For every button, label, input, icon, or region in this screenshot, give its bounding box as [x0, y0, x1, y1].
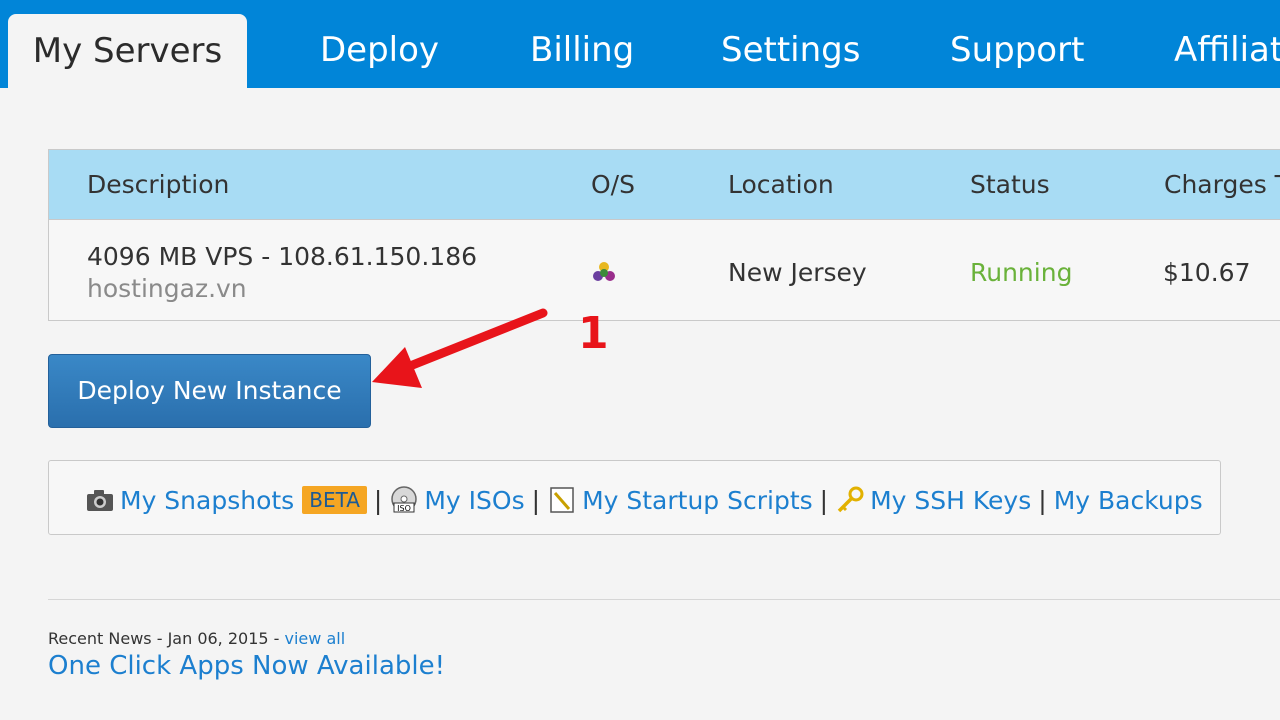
news-date: Recent News - Jan 06, 2015 -	[48, 629, 280, 648]
my-ssh-keys-link[interactable]: My SSH Keys	[870, 486, 1031, 515]
separator: |	[819, 485, 829, 515]
separator: |	[373, 485, 383, 515]
divider	[48, 599, 1280, 600]
top-navigation: My Servers Deploy Billing Settings Suppo…	[0, 0, 1280, 88]
beta-badge: BETA	[302, 486, 367, 514]
quick-links-bar: My Snapshots BETA | ISO My ISOs | My Sta…	[48, 460, 1221, 535]
deploy-new-instance-button[interactable]: Deploy New Instance	[48, 354, 371, 428]
annotation-number: 1	[578, 308, 609, 359]
servers-table: Description O/S Location Status Charges …	[48, 149, 1280, 321]
tab-settings[interactable]: Settings	[721, 30, 860, 70]
column-charges: Charges T	[1164, 170, 1280, 199]
key-icon	[837, 486, 864, 513]
recent-news-meta: Recent News - Jan 06, 2015 - view all	[48, 629, 345, 648]
column-location: Location	[728, 170, 834, 199]
separator: |	[1038, 485, 1047, 515]
my-isos-link[interactable]: My ISOs	[424, 486, 524, 515]
server-charges: $10.67	[1163, 258, 1251, 287]
tab-support[interactable]: Support	[950, 30, 1084, 70]
camera-icon	[87, 490, 113, 511]
server-description[interactable]: 4096 MB VPS - 108.61.150.186	[87, 242, 477, 271]
separator: |	[531, 485, 541, 515]
my-snapshots-link[interactable]: My Snapshots	[120, 486, 294, 515]
my-backups-link[interactable]: My Backups	[1054, 486, 1203, 515]
svg-text:ISO: ISO	[397, 504, 411, 513]
table-header: Description O/S Location Status Charges …	[49, 150, 1280, 220]
view-all-link[interactable]: view all	[285, 629, 346, 648]
news-headline-link[interactable]: One Click Apps Now Available!	[48, 651, 445, 681]
column-status: Status	[970, 170, 1050, 199]
annotation-arrow-icon	[372, 308, 548, 388]
script-pencil-icon	[550, 487, 574, 513]
tab-my-servers[interactable]: My Servers	[8, 14, 247, 88]
tab-deploy[interactable]: Deploy	[320, 30, 439, 70]
tab-billing[interactable]: Billing	[530, 30, 634, 70]
server-label: hostingaz.vn	[87, 274, 247, 303]
tab-affiliate[interactable]: Affiliate	[1174, 30, 1280, 70]
my-startup-scripts-link[interactable]: My Startup Scripts	[582, 486, 813, 515]
column-os: O/S	[591, 170, 635, 199]
server-status: Running	[970, 258, 1073, 287]
os-logo-icon	[593, 262, 615, 281]
column-description: Description	[87, 170, 230, 199]
server-location: New Jersey	[728, 258, 867, 287]
iso-disc-icon: ISO	[391, 486, 418, 513]
